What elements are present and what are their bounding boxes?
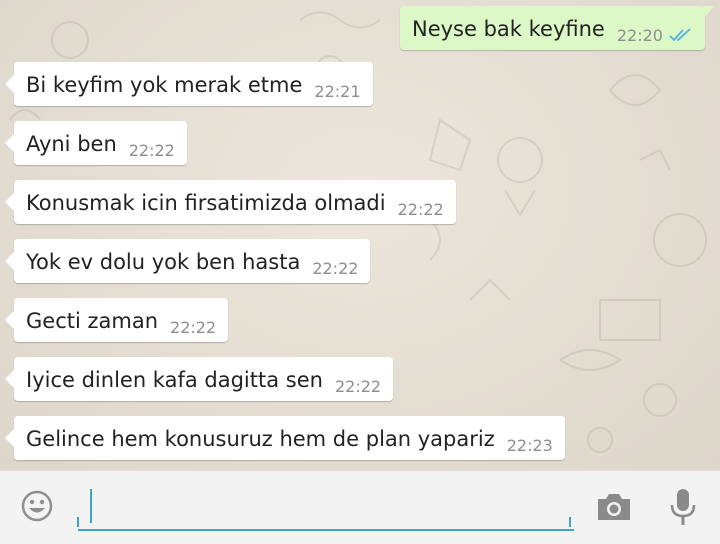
smiley-icon[interactable]	[20, 489, 54, 523]
message-time: 22:22	[312, 259, 359, 278]
message-time: 22:22	[334, 377, 382, 396]
message-text: Konusmak icin firsatimizda olmadi	[26, 191, 386, 215]
message-time: 22:23	[506, 436, 553, 455]
camera-icon[interactable]	[595, 491, 633, 523]
message-bubble-incoming[interactable]: Konusmak icin firsatimizda olmadi 22:22	[5, 180, 456, 224]
message-bubble-incoming[interactable]: Iyice dinlen kafa dagitta sen 22:22	[4, 357, 394, 401]
message-input-underline	[77, 517, 571, 527]
message-bubble-incoming[interactable]: Gelince hem konusuruz hem de plan yapari…	[5, 416, 565, 460]
message-text: Ayni ben	[26, 132, 117, 156]
message-text: Neyse bak keyfine	[412, 17, 605, 41]
message-time: 22:22	[128, 141, 175, 160]
message-time: 22:20	[616, 26, 663, 45]
message-bubble-incoming[interactable]: Gecti zaman 22:22	[4, 298, 229, 342]
message-text: Yok ev dolu yok ben hasta	[26, 250, 301, 274]
message-bubble-incoming[interactable]: Yok ev dolu yok ben hasta 22:22	[4, 239, 371, 283]
message-time: 22:22	[397, 200, 444, 219]
message-text: Gelince hem konusuruz hem de plan yapari…	[26, 427, 495, 451]
message-bubble-incoming[interactable]: Ayni ben 22:22	[5, 121, 187, 165]
message-bubble-outgoing[interactable]: Neyse bak keyfine 22:20	[400, 6, 714, 50]
text-cursor	[90, 489, 92, 523]
message-list[interactable]: Neyse bak keyfine 22:20 Bi keyfim yok mer…	[0, 0, 720, 470]
message-time: 22:22	[170, 318, 217, 337]
message-text: Iyice dinlen kafa dagitta sen	[26, 368, 323, 392]
message-text: Bi keyfim yok merak etme	[26, 73, 303, 97]
read-receipt-double-check-icon	[669, 28, 691, 42]
message-composer	[0, 470, 720, 544]
message-time: 22:21	[314, 82, 361, 101]
message-text: Gecti zaman	[26, 309, 159, 333]
microphone-icon[interactable]	[668, 487, 698, 529]
message-bubble-incoming[interactable]: Bi keyfim yok merak etme 22:21	[5, 62, 373, 106]
